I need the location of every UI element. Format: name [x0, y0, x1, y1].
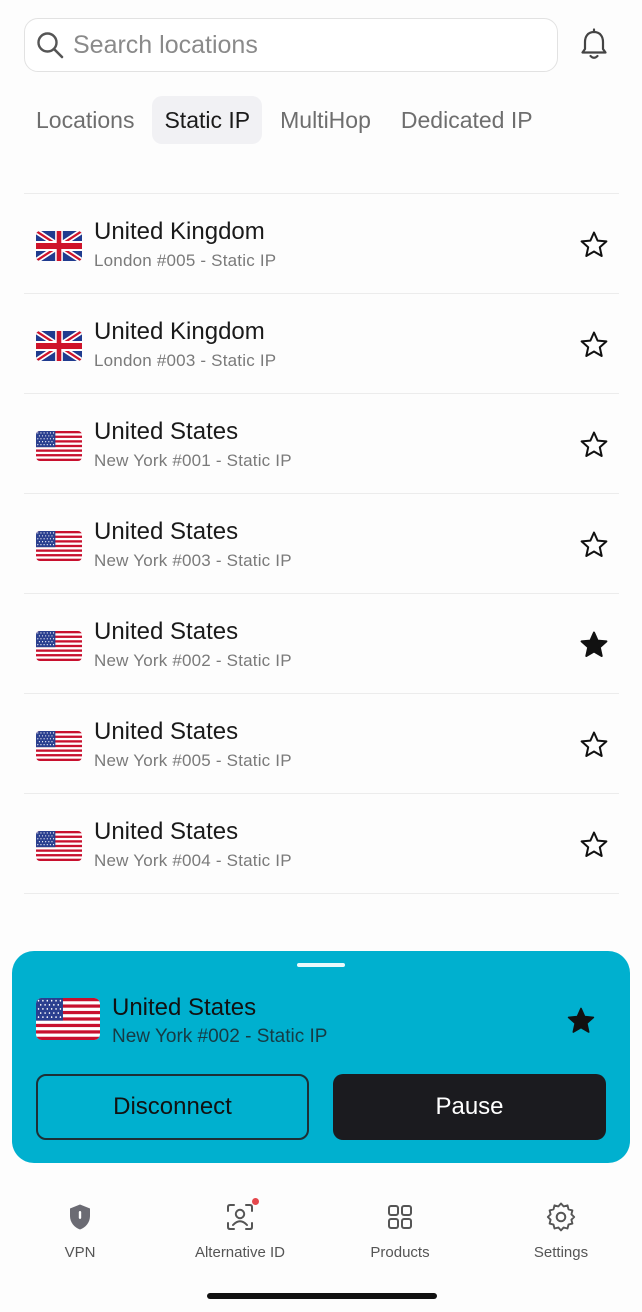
- favorite-star-icon[interactable]: [579, 830, 609, 860]
- bell-icon[interactable]: [578, 28, 610, 62]
- nav-settings-label: Settings: [533, 1244, 589, 1261]
- nav-products-label: Products: [370, 1244, 430, 1261]
- server-name: London #003 - Static IP: [94, 351, 277, 370]
- server-row[interactable]: United States New York #005 - Static IP: [24, 694, 619, 794]
- server-name: New York #002 - Static IP: [94, 651, 292, 670]
- favorite-star-icon[interactable]: [566, 1006, 596, 1036]
- gear-icon: [546, 1202, 576, 1232]
- favorite-star-icon[interactable]: [579, 230, 609, 260]
- tab-static-ip[interactable]: Static IP: [152, 96, 263, 144]
- grid-icon: [388, 1205, 412, 1229]
- server-name: London #005 - Static IP: [94, 251, 277, 270]
- connection-card[interactable]: United States New York #002 - Static IP …: [12, 951, 630, 1163]
- us-flag-icon: [36, 431, 82, 461]
- server-country: United States: [94, 418, 239, 445]
- uk-flag-icon: [36, 331, 82, 361]
- us-flag-icon: [36, 998, 100, 1040]
- favorite-star-icon[interactable]: [579, 330, 609, 360]
- server-name: New York #001 - Static IP: [94, 451, 292, 470]
- server-name: New York #005 - Static IP: [94, 751, 292, 770]
- tab-bar: Locations Static IP MultiHop Dedicated I…: [24, 96, 551, 144]
- nav-alternative-id[interactable]: Alternative ID: [160, 1190, 320, 1261]
- search-icon: [37, 32, 64, 59]
- server-country: United States: [94, 818, 239, 845]
- us-flag-icon: [36, 531, 82, 561]
- server-country: United States: [94, 718, 239, 745]
- server-country: United States: [94, 518, 239, 545]
- server-name: New York #003 - Static IP: [94, 551, 292, 570]
- tab-multihop[interactable]: MultiHop: [268, 96, 383, 144]
- server-name: New York #004 - Static IP: [94, 851, 292, 870]
- nav-settings[interactable]: Settings: [481, 1190, 641, 1261]
- favorite-star-icon[interactable]: [579, 530, 609, 560]
- home-indicator: [207, 1293, 437, 1299]
- shield-icon: [70, 1204, 90, 1230]
- server-row[interactable]: United States New York #004 - Static IP: [24, 794, 619, 894]
- server-row[interactable]: United Kingdom London #003 - Static IP: [24, 294, 619, 394]
- server-row[interactable]: United States New York #003 - Static IP: [24, 494, 619, 594]
- bottom-nav: VPN Alternative ID Products Settings: [0, 1190, 642, 1270]
- nav-vpn-label: VPN: [64, 1244, 96, 1261]
- uk-flag-icon: [36, 231, 82, 261]
- us-flag-icon: [36, 631, 82, 661]
- notification-dot: [252, 1198, 259, 1205]
- drag-handle[interactable]: [297, 963, 345, 967]
- disconnect-button[interactable]: Disconnect: [36, 1074, 309, 1140]
- server-country: United Kingdom: [94, 218, 265, 245]
- nav-alternative-id-label: Alternative ID: [194, 1244, 286, 1261]
- tab-dedicated-ip[interactable]: Dedicated IP: [389, 96, 545, 144]
- nav-vpn[interactable]: VPN: [0, 1190, 160, 1261]
- server-row[interactable]: United Kingdom London #005 - Static IP: [24, 194, 619, 294]
- connected-country: United States: [112, 994, 257, 1021]
- server-country: United Kingdom: [94, 318, 265, 345]
- server-row[interactable]: United States New York #001 - Static IP: [24, 394, 619, 494]
- search-input[interactable]: [73, 30, 513, 60]
- tab-locations[interactable]: Locations: [24, 96, 146, 144]
- us-flag-icon: [36, 731, 82, 761]
- search-bar[interactable]: [24, 18, 558, 72]
- server-list: United Kingdom London #005 - Static IP Uni…: [24, 193, 619, 894]
- favorite-star-icon[interactable]: [579, 730, 609, 760]
- nav-products[interactable]: Products: [320, 1190, 480, 1261]
- server-row[interactable]: United States New York #002 - Static IP: [24, 594, 619, 694]
- server-country: United States: [94, 618, 239, 645]
- connected-server: New York #002 - Static IP: [112, 1026, 328, 1047]
- pause-button[interactable]: Pause: [333, 1074, 606, 1140]
- favorite-star-icon[interactable]: [579, 430, 609, 460]
- us-flag-icon: [36, 831, 82, 861]
- favorite-star-filled-icon[interactable]: [579, 630, 609, 660]
- alternative-id-icon: [227, 1204, 253, 1230]
